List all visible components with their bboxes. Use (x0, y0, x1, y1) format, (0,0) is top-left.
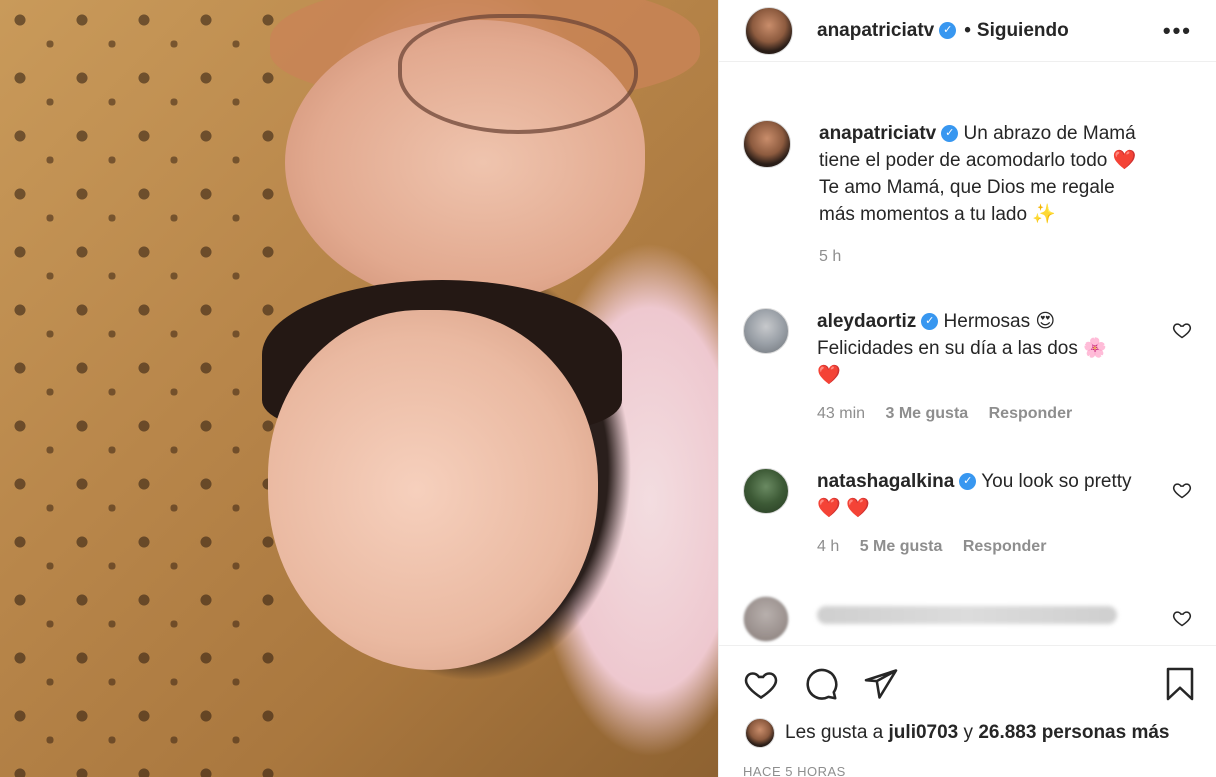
photo-face-daughter (268, 310, 598, 670)
caption: anapatriciatv ✓ Un abrazo de Mamá tiene e… (743, 120, 1192, 266)
likes-middle: y (963, 722, 974, 743)
comment-blurred (743, 596, 1192, 642)
comment-time[interactable]: 4 h (817, 538, 839, 555)
comment-avatar[interactable] (743, 308, 789, 354)
author-username[interactable]: anapatriciatv (817, 20, 934, 42)
heart-emoji: ❤️ (817, 364, 841, 386)
comment-text-1: You look so pretty (981, 471, 1132, 492)
author-avatar[interactable] (745, 6, 793, 55)
comment-avatar[interactable] (743, 468, 789, 514)
verified-icon: ✓ (959, 473, 977, 491)
post-photo[interactable] (0, 0, 718, 777)
sparkles-emoji: ✨ (1032, 203, 1056, 225)
caption-avatar[interactable] (743, 120, 791, 168)
comment-meta: 4 h 5 Me gusta Responder (817, 538, 1147, 556)
liker-avatar[interactable] (745, 718, 775, 748)
heart-emoji: ❤️ (845, 497, 870, 519)
heart-eyes-emoji: 😍 (1035, 310, 1056, 332)
like-comment-heart-icon[interactable] (1172, 320, 1192, 340)
reply-button[interactable]: Responder (963, 538, 1047, 555)
verified-icon: ✓ (939, 22, 957, 39)
likes-summary: Les gusta a juli0703 y 26.883 personas m… (745, 718, 1170, 748)
liker-username[interactable]: juli0703 (889, 722, 959, 744)
heart-emoji: ❤️ (1112, 149, 1137, 171)
comment-meta: 43 min 3 Me gusta Responder (817, 405, 1147, 423)
caption-text: anapatriciatv ✓ Un abrazo de Mamá tiene e… (819, 120, 1149, 228)
verified-icon: ✓ (941, 125, 959, 143)
photo-glasses (398, 14, 638, 134)
comment-username[interactable]: natashagalkina (817, 471, 954, 492)
like-comment-heart-icon[interactable] (1172, 480, 1192, 500)
share-icon[interactable] (863, 666, 899, 702)
post-side-panel: anapatriciatv ✓ • Siguiendo ••• anapatri… (718, 0, 1216, 777)
comments-list[interactable]: anapatriciatv ✓ Un abrazo de Mamá tiene e… (719, 62, 1216, 645)
caption-meta: 5 h (819, 248, 1149, 266)
like-comment-heart-icon[interactable] (1172, 608, 1192, 628)
comment-icon[interactable] (803, 666, 839, 702)
more-options-icon[interactable]: ••• (1163, 18, 1192, 44)
comment-text-1: Hermosas (943, 311, 1031, 332)
comment-likes[interactable]: 5 Me gusta (860, 538, 943, 555)
comment-text: aleydaortiz ✓ Hermosas 😍 Felicidades en s… (817, 308, 1147, 389)
comment-text-2: Felicidades en su día a las dos (817, 338, 1078, 359)
heart-emoji: ❤️ (817, 497, 841, 519)
caption-username[interactable]: anapatriciatv (819, 123, 936, 144)
reply-button[interactable]: Responder (989, 405, 1073, 422)
action-icons (743, 666, 1198, 702)
post-header: anapatriciatv ✓ • Siguiendo ••• (719, 0, 1216, 62)
likes-count[interactable]: 26.883 personas más (978, 722, 1169, 744)
post-timestamp[interactable]: HACE 5 HORAS (743, 764, 846, 777)
bookmark-icon[interactable] (1162, 666, 1198, 702)
post-actions: Les gusta a juli0703 y 26.883 personas m… (719, 645, 1216, 777)
comment-time[interactable]: 43 min (817, 405, 865, 422)
comment-aleydaortiz: aleydaortiz ✓ Hermosas 😍 Felicidades en s… (743, 308, 1192, 423)
comment-avatar[interactable] (743, 596, 789, 642)
caption-time[interactable]: 5 h (819, 248, 841, 265)
blurred-comment-text (817, 606, 1117, 624)
verified-icon: ✓ (921, 313, 939, 331)
likes-prefix: Les gusta a (785, 722, 884, 743)
caption-text-2: Te amo Mamá, que Dios me regale más mome… (819, 177, 1115, 225)
blossom-emoji: 🌸 (1083, 337, 1107, 359)
heart-icon[interactable] (743, 666, 779, 702)
separator-dot: • (964, 19, 971, 41)
comment-likes[interactable]: 3 Me gusta (885, 405, 968, 422)
following-button[interactable]: Siguiendo (977, 20, 1069, 42)
comment-text: natashagalkina ✓ You look so pretty ❤️ ❤️ (817, 468, 1147, 522)
comment-natashagalkina: natashagalkina ✓ You look so pretty ❤️ ❤️… (743, 468, 1192, 556)
comment-username[interactable]: aleydaortiz (817, 311, 916, 332)
